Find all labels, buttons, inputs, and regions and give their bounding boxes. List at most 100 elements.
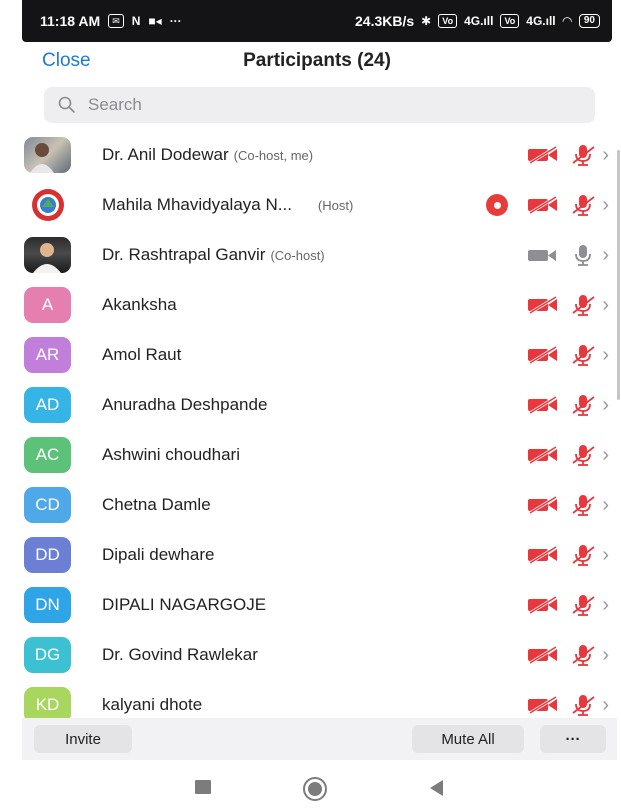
scrollbar[interactable] bbox=[617, 150, 620, 400]
status-bar: 11:18 AM ✉ N ■◂ ··· 24.3KB/s ✱ Vo 4G.ıll… bbox=[22, 0, 612, 42]
video-off-icon[interactable] bbox=[526, 695, 560, 715]
participant-row[interactable]: DN DIPALI NAGARGOJE › bbox=[22, 580, 617, 630]
video-off-icon[interactable] bbox=[526, 145, 560, 165]
participant-name-text: Dr. Anil Dodewar bbox=[102, 145, 229, 164]
avatar-initials: DN bbox=[35, 595, 60, 614]
video-off-icon[interactable] bbox=[526, 545, 560, 565]
more-notifications-icon: ··· bbox=[169, 14, 182, 28]
video-off-icon[interactable] bbox=[526, 395, 560, 415]
network-speed: 24.3KB/s bbox=[355, 13, 415, 29]
participant-row[interactable]: CD Chetna Damle › bbox=[22, 480, 617, 530]
avatar-photo bbox=[24, 137, 71, 173]
participant-controls: › bbox=[526, 640, 609, 670]
mic-muted-icon[interactable] bbox=[570, 343, 596, 367]
avatar: KD bbox=[24, 687, 71, 718]
mic-muted-icon[interactable] bbox=[570, 643, 596, 667]
avatar-initials: AD bbox=[35, 395, 60, 414]
bottom-toolbar: Invite Mute All ··· bbox=[22, 718, 617, 760]
participant-row[interactable]: AC Ashwini choudhari › bbox=[22, 430, 617, 480]
back-button[interactable] bbox=[430, 780, 443, 796]
participant-name: Dipali dewhare bbox=[102, 545, 214, 565]
avatar: AR bbox=[24, 337, 71, 373]
avatar: DG bbox=[24, 637, 71, 673]
participant-name-text: Dipali dewhare bbox=[102, 545, 215, 564]
participant-row[interactable]: A Akanksha › bbox=[22, 280, 617, 330]
mic-muted-icon[interactable] bbox=[570, 543, 596, 567]
chevron-right-icon[interactable]: › bbox=[602, 694, 609, 717]
chevron-right-icon[interactable]: › bbox=[602, 594, 609, 617]
participant-row[interactable]: AD Anuradha Deshpande › bbox=[22, 380, 617, 430]
home-button[interactable] bbox=[303, 777, 327, 801]
participant-role: (Host) bbox=[317, 198, 354, 213]
participant-row[interactable]: AR Amol Raut › bbox=[22, 330, 617, 380]
message-icon: ✉ bbox=[108, 14, 124, 28]
mic-muted-icon[interactable] bbox=[570, 443, 596, 467]
volte-icon: Vo bbox=[438, 14, 458, 28]
video-off-icon[interactable] bbox=[526, 295, 560, 315]
page-title: Participants (24) bbox=[243, 50, 391, 71]
chevron-right-icon[interactable]: › bbox=[602, 144, 609, 167]
participant-name-text: Chetna Damle bbox=[102, 495, 211, 514]
participant-controls: › bbox=[526, 540, 609, 570]
search-input[interactable] bbox=[88, 95, 568, 115]
video-off-icon[interactable] bbox=[526, 495, 560, 515]
video-icon[interactable] bbox=[526, 245, 560, 265]
participant-name-text: Ashwini choudhari bbox=[102, 445, 240, 464]
participant-row[interactable]: Dr. Anil Dodewar (Co-host, me) › bbox=[22, 130, 617, 180]
participant-name: Mahila Mhavidyalaya N... (Host) bbox=[102, 195, 353, 215]
video-off-icon[interactable] bbox=[526, 345, 560, 365]
chevron-right-icon[interactable]: › bbox=[602, 194, 609, 217]
participant-row[interactable]: Dr. Rashtrapal Ganvir (Co-host) › bbox=[22, 230, 617, 280]
avatar: DD bbox=[24, 537, 71, 573]
chevron-right-icon[interactable]: › bbox=[602, 344, 609, 367]
chevron-right-icon[interactable]: › bbox=[602, 494, 609, 517]
video-off-icon[interactable] bbox=[526, 195, 560, 215]
mic-muted-icon[interactable] bbox=[570, 593, 596, 617]
participant-controls: › bbox=[526, 590, 609, 620]
video-off-icon[interactable] bbox=[526, 645, 560, 665]
participant-controls: › bbox=[526, 290, 609, 320]
volte-icon-2: Vo bbox=[500, 14, 520, 28]
bluetooth-icon: ✱ bbox=[421, 14, 432, 28]
participant-row[interactable]: DG Dr. Govind Rawlekar › bbox=[22, 630, 617, 680]
participants-list[interactable]: Dr. Anil Dodewar (Co-host, me) › Mahila Mha… bbox=[22, 130, 617, 718]
chevron-right-icon[interactable]: › bbox=[602, 644, 609, 667]
invite-button[interactable]: Invite bbox=[34, 725, 132, 753]
participant-controls: › bbox=[526, 490, 609, 520]
participant-name-text: Dr. Govind Rawlekar bbox=[102, 645, 258, 664]
mic-muted-icon[interactable] bbox=[570, 393, 596, 417]
participant-row[interactable]: DD Dipali dewhare › bbox=[22, 530, 617, 580]
chevron-right-icon[interactable]: › bbox=[602, 294, 609, 317]
more-options-button[interactable]: ··· bbox=[540, 725, 606, 753]
participant-controls: › bbox=[526, 240, 609, 270]
mic-icon[interactable] bbox=[570, 243, 596, 267]
mic-muted-icon[interactable] bbox=[570, 493, 596, 517]
participant-name: Dr. Anil Dodewar (Co-host, me) bbox=[102, 145, 313, 165]
mic-muted-icon[interactable] bbox=[570, 193, 596, 217]
participant-row[interactable]: KD kalyani dhote › bbox=[22, 680, 617, 718]
participant-name-text: Akanksha bbox=[102, 295, 177, 314]
participant-row[interactable]: Mahila Mhavidyalaya N... (Host) › bbox=[22, 180, 617, 230]
avatar-initials: DD bbox=[35, 545, 60, 564]
video-off-icon[interactable] bbox=[526, 445, 560, 465]
participant-name: DIPALI NAGARGOJE bbox=[102, 595, 266, 615]
mic-muted-icon[interactable] bbox=[570, 293, 596, 317]
avatar-logo bbox=[24, 187, 71, 223]
recent-apps-button[interactable] bbox=[195, 780, 211, 794]
mic-muted-icon[interactable] bbox=[570, 143, 596, 167]
chevron-right-icon[interactable]: › bbox=[602, 244, 609, 267]
avatar-initials: DG bbox=[34, 645, 61, 664]
participant-name: Ashwini choudhari bbox=[102, 445, 240, 465]
chevron-right-icon[interactable]: › bbox=[602, 444, 609, 467]
search-bar[interactable] bbox=[44, 87, 595, 123]
video-off-icon[interactable] bbox=[526, 595, 560, 615]
participant-name: kalyani dhote bbox=[102, 695, 202, 715]
mute-all-button[interactable]: Mute All bbox=[412, 725, 524, 753]
participant-name-text: kalyani dhote bbox=[102, 695, 203, 714]
avatar: DN bbox=[24, 587, 71, 623]
mic-muted-icon[interactable] bbox=[570, 693, 596, 717]
chevron-right-icon[interactable]: › bbox=[602, 394, 609, 417]
chevron-right-icon[interactable]: › bbox=[602, 544, 609, 567]
signal-sim2-icon: 4G.ıll bbox=[526, 14, 556, 28]
participant-name-text: Dr. Rashtrapal Ganvir bbox=[102, 245, 266, 264]
